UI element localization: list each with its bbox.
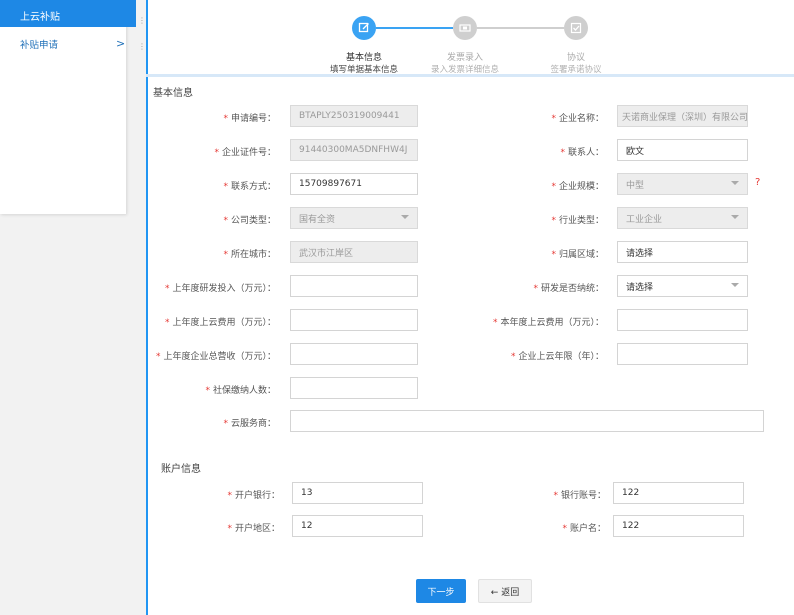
collapse-handle-icon[interactable]: ⋮ <box>138 42 146 54</box>
scale-select[interactable]: 中型 <box>617 173 748 195</box>
check-icon <box>564 16 588 40</box>
step-title: 发票录入 <box>446 53 483 63</box>
chevron-right-icon: > <box>116 37 126 50</box>
cloud-vendor-label: * 云服务商： <box>223 419 276 429</box>
sidebar-header[interactable]: 上云补贴 <box>0 0 136 27</box>
account-name-label: * 账户名： <box>562 524 606 534</box>
company-type-label: * 公司类型： <box>223 216 276 226</box>
sidebar-item-label: 补贴申请 <box>20 40 59 51</box>
section-title-account: 账户信息 <box>161 464 201 475</box>
city-label: * 所在城市： <box>223 250 276 260</box>
step-indicator: 基本信息 填写单据基本信息 发票录入 录入发票详细信息 协议 签署承诺协议 <box>300 16 640 76</box>
bank-field[interactable]: 13 <box>292 482 423 504</box>
district-select[interactable]: 请选择 <box>617 241 748 263</box>
cert-no-label: * 企业证件号： <box>214 148 276 158</box>
company-name-label: * 企业名称： <box>551 114 604 124</box>
chevron-down-icon <box>731 283 739 287</box>
step-connector <box>376 27 453 29</box>
step-title: 协议 <box>566 53 585 63</box>
section-title-basic: 基本信息 <box>153 88 193 99</box>
chevron-down-icon <box>401 215 409 219</box>
insured-count-field[interactable] <box>290 377 418 399</box>
step-connector <box>477 27 564 29</box>
next-button[interactable]: 下一步 <box>416 579 466 603</box>
cloud-years-field[interactable] <box>617 343 748 365</box>
apply-no-field[interactable]: BTAPLY250319009441 <box>290 105 418 127</box>
cloud-cost-this-field[interactable] <box>617 309 748 331</box>
region-field[interactable]: 12 <box>292 515 423 537</box>
bank-label: * 开户银行： <box>227 491 280 501</box>
account-name-field[interactable]: 122 <box>613 515 744 537</box>
invoice-icon <box>453 16 477 40</box>
rd-invest-field[interactable] <box>290 275 418 297</box>
header-divider <box>146 74 794 77</box>
phone-field[interactable]: 15709897671 <box>290 173 418 195</box>
revenue-last-field[interactable] <box>290 343 418 365</box>
rd-taxed-label: * 研发是否纳统： <box>533 284 604 294</box>
rd-taxed-select[interactable]: 请选择 <box>617 275 748 297</box>
sidebar-item-apply[interactable]: 补贴申请 > <box>0 33 136 55</box>
phone-label: * 联系方式： <box>223 182 276 192</box>
step-title: 基本信息 <box>345 53 382 63</box>
scale-label: * 企业规模： <box>551 182 604 192</box>
back-button[interactable]: ← 返回 <box>478 579 532 603</box>
industry-label: * 行业类型： <box>551 216 604 226</box>
account-no-label: * 银行账号： <box>553 491 606 501</box>
rd-invest-label: * 上年度研发投入（万元）： <box>164 284 276 294</box>
company-type-select[interactable]: 国有全资 <box>290 207 418 229</box>
contact-label: * 联系人： <box>560 148 604 158</box>
account-no-field[interactable]: 122 <box>613 482 744 504</box>
collapse-handle-icon[interactable]: ⋮ <box>138 16 146 28</box>
cloud-vendor-field[interactable] <box>290 410 764 432</box>
apply-no-label: * 申请编号： <box>223 114 276 124</box>
cert-no-field[interactable]: 91440300MA5DNFHW4J <box>290 139 418 161</box>
district-label: * 归属区域： <box>551 250 604 260</box>
revenue-last-label: * 上年度企业总营收（万元）： <box>155 352 276 362</box>
industry-select[interactable]: 工业企业 <box>617 207 748 229</box>
region-label: * 开户地区： <box>227 524 280 534</box>
chevron-down-icon <box>731 181 739 185</box>
chevron-down-icon <box>731 215 739 219</box>
help-icon[interactable]: ? <box>755 177 760 188</box>
edit-icon <box>352 16 376 40</box>
cloud-cost-this-label: * 本年度上云费用（万元）： <box>492 318 604 328</box>
cloud-cost-last-field[interactable] <box>290 309 418 331</box>
cloud-years-label: * 企业上云年限（年）： <box>510 352 604 362</box>
cloud-cost-last-label: * 上年度上云费用（万元）： <box>164 318 276 328</box>
contact-field[interactable]: 欧文 <box>617 139 748 161</box>
city-field[interactable]: 武汉市江岸区 <box>290 241 418 263</box>
sidebar: 上云补贴 补贴申请 > ⋮ ⋮ <box>0 0 146 615</box>
company-name-field[interactable]: 天诺商业保理（深圳）有限公司 <box>617 105 748 127</box>
insured-count-label: * 社保缴纳人数： <box>205 386 276 396</box>
sidebar-divider <box>146 0 148 615</box>
